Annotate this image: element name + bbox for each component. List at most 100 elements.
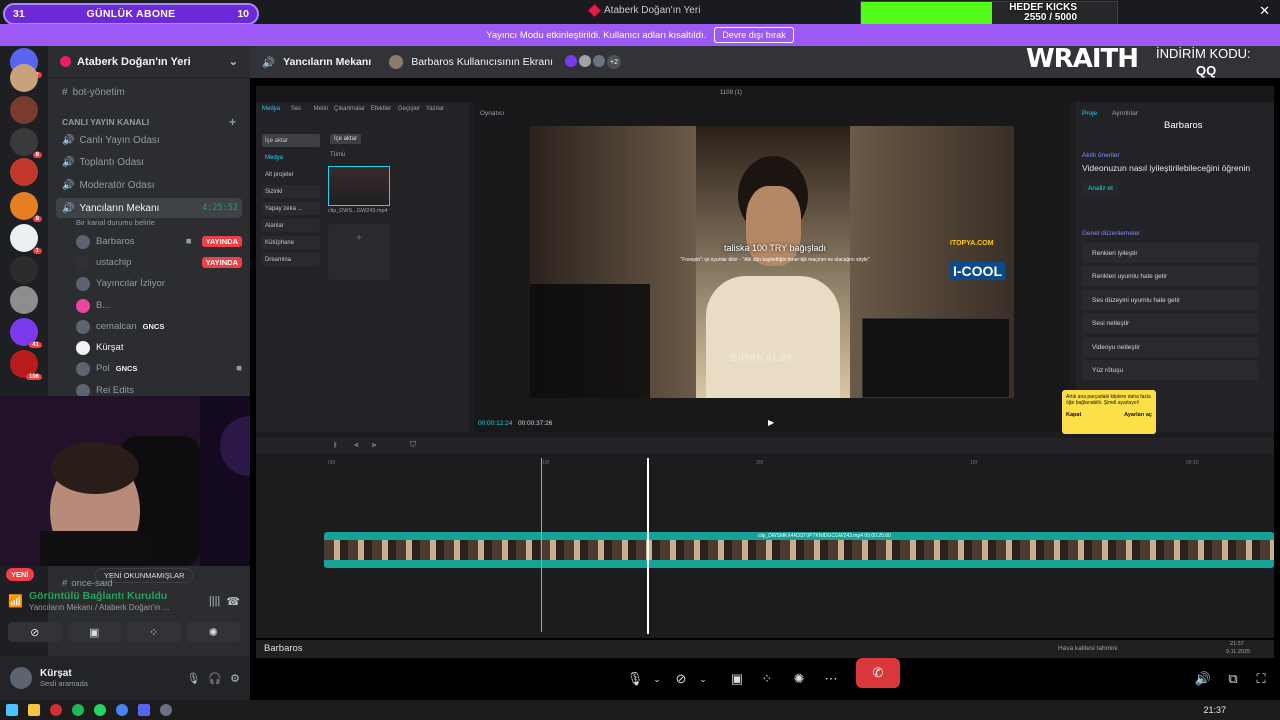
soundboard-icon[interactable]: ✺ [786,666,812,692]
subprojects-item[interactable]: Alt projeler [262,168,320,181]
server-icon[interactable] [10,158,38,186]
ruler-tick: 10f [970,460,977,466]
speaker-icon: 🔊 [262,56,276,69]
server-header[interactable]: Ataberk Doğan'ın Yeri ⌄ [48,46,250,78]
tab-text[interactable]: Metin [306,106,336,112]
shield-icon[interactable]: ⛉ [410,440,416,450]
voice-user-b[interactable]: B... [76,296,242,315]
play-icon[interactable]: ▶ [768,418,774,427]
voice-location[interactable]: Yancıların Mekanı / Ataberk Doğan'ın ... [29,603,170,612]
camera-off-button[interactable]: ⊘ [8,622,62,642]
adjust-normalize-audio[interactable]: Ses düzeyini uyumlu hale getir [1082,290,1258,310]
tab-effects[interactable]: Efektler [366,106,396,112]
tab-captions[interactable]: Yazılar [420,106,450,112]
call-controls: 🎙 ⌄ ⊘ ⌄ ▣ ⁘ ✺ ⋯ ✆ 🔊 ⧉ ⛶ [250,658,1280,700]
channel-once-said[interactable]: # once-said [62,578,113,589]
server-icon[interactable]: 8 [10,128,42,158]
server-icon[interactable] [10,64,38,92]
trim-left-icon[interactable]: ⫷ [354,440,359,450]
channel-bot-yonetim[interactable]: # bot-yönetim [56,82,242,102]
adjust-enhance-colors[interactable]: Renkleri iyileştir [1082,243,1258,263]
plus-icon[interactable]: + [229,115,236,129]
analyze-button[interactable]: Analiz et [1082,182,1119,195]
microphone-icon[interactable]: 🎙 [186,672,200,685]
server-icon[interactable]: 1 [10,224,42,254]
volume-icon[interactable]: 🔊 [1190,666,1216,692]
all-filter[interactable]: Tümü [330,152,345,158]
channel-canli-yayin-odasi[interactable]: 🔊 Canlı Yayın Odası [56,130,242,150]
channel-toplanti-odasi[interactable]: 🔊 Toplantı Odası [56,152,242,172]
adjust-sharpen-video[interactable]: Videoyu netleştir [1082,337,1258,357]
voice-user-pol[interactable]: Pol GNCS ■ [76,359,242,378]
add-media-placeholder[interactable]: + [328,224,390,280]
playhead[interactable] [647,458,649,634]
server-icon[interactable]: 41 [10,318,42,348]
chevron-down-icon[interactable]: ⌄ [644,666,670,692]
adjust-denoise[interactable]: Sesi netleştir [1082,313,1258,333]
taskbar-clock[interactable]: 21:37 [1203,705,1226,715]
participant-avatars[interactable]: +2 [565,55,622,69]
category-canli-yayin[interactable]: CANLI YAYIN KANALI + [56,112,242,132]
voice-user-ustachip[interactable]: ustachip YAYINDA [76,253,242,272]
video-preview[interactable]: taliska 100 TRY bağışladı "Foxepin": iyi… [530,126,1014,398]
media-item[interactable]: Medya [262,151,320,164]
chevron-down-icon[interactable]: ⌄ [690,666,716,692]
yours-item[interactable]: Sizinki [262,185,320,198]
voice-user-barbaros[interactable]: Barbaros ■ YAYINDA [76,232,242,251]
avatar[interactable] [10,667,32,689]
server-icon[interactable] [10,256,38,284]
screen-share-button[interactable]: ▣ [67,622,121,642]
tab-stickers[interactable]: Çıkartmalar [334,106,365,112]
tooltip-open-settings-button[interactable]: Ayarları aç [1124,412,1152,418]
spaces-item[interactable]: Alanlar [262,219,320,232]
channel-status[interactable]: Bir kanal durumu belirle [76,213,242,232]
import-button[interactable]: İçe aktar [330,134,362,144]
obs-icon[interactable] [160,704,172,716]
settings-gear-icon[interactable]: ⚙ [230,672,240,685]
ai-item[interactable]: Yapay zeka ... [262,202,320,215]
server-icon[interactable]: 8 [10,192,42,222]
app-icon[interactable] [50,704,62,716]
server-icon[interactable] [10,96,38,124]
whatsapp-icon[interactable] [94,704,106,716]
headphones-icon[interactable]: 🎧 [208,672,222,685]
activities-button[interactable]: ⁘ [127,622,181,642]
tab-project[interactable]: Proje [1082,110,1097,117]
adjust-face-retouch[interactable]: Yüz rötuşu [1082,360,1258,380]
sub-goal-label: GÜNLÜK ABONE [86,8,176,20]
voice-user-cemalcan[interactable]: cemalcan GNCS [76,317,242,336]
channel-label: Canlı Yayın Odası [79,134,160,146]
trim-right-icon[interactable]: ⫸ [372,440,377,450]
adjust-match-colors[interactable]: Renkleri uyumlu hale getir [1082,266,1258,286]
noise-suppression-icon[interactable]: |||| [209,595,220,607]
screen-share-icon[interactable]: ▣ [724,666,750,692]
library-item[interactable]: Kütüphane [262,236,320,249]
server-icon[interactable] [10,286,38,314]
activities-icon[interactable]: ⁘ [754,666,780,692]
clip-label: clip_DWSMKX4R3ST0PTKNIDGCGW243.mp4 00:00… [758,533,891,539]
discord-icon[interactable] [138,704,150,716]
more-options-icon[interactable]: ⋯ [818,666,844,692]
tooltip-close-button[interactable]: Kapat [1066,412,1081,418]
voice-user-kursat[interactable]: Kürşat [76,338,242,357]
disconnect-call-button[interactable]: ✆ [856,658,900,688]
channel-moderator-odasi[interactable]: 🔊 Moderatör Odası [56,175,242,195]
spotify-icon[interactable] [72,704,84,716]
disable-streamer-mode-button[interactable]: Devre dışı bırak [714,27,794,43]
voice-user-yayincilar[interactable]: Yayıncılar İzliyor [76,274,242,293]
import-item[interactable]: İçe aktar [262,134,320,147]
close-icon[interactable]: ✕ [1259,3,1270,19]
dreamina-item[interactable]: Dreamina [262,253,320,266]
soundboard-button[interactable]: ✺ [186,622,240,642]
video-clip-track[interactable]: clip_DWSMKX4R3ST0PTKNIDGCGW243.mp4 00:00… [324,532,1274,568]
disconnect-icon[interactable]: ☎ [226,595,240,608]
server-icon[interactable]: 106 [10,350,42,380]
file-explorer-icon[interactable] [28,704,40,716]
split-icon[interactable]: ⫲ [334,440,337,450]
fullscreen-icon[interactable]: ⛶ [1248,666,1274,692]
tab-details[interactable]: Ayrıntılar [1112,110,1138,117]
windows-start-icon[interactable] [6,704,18,716]
media-thumbnail[interactable] [328,166,390,206]
popout-icon[interactable]: ⧉ [1220,666,1246,692]
chrome-icon[interactable] [116,704,128,716]
